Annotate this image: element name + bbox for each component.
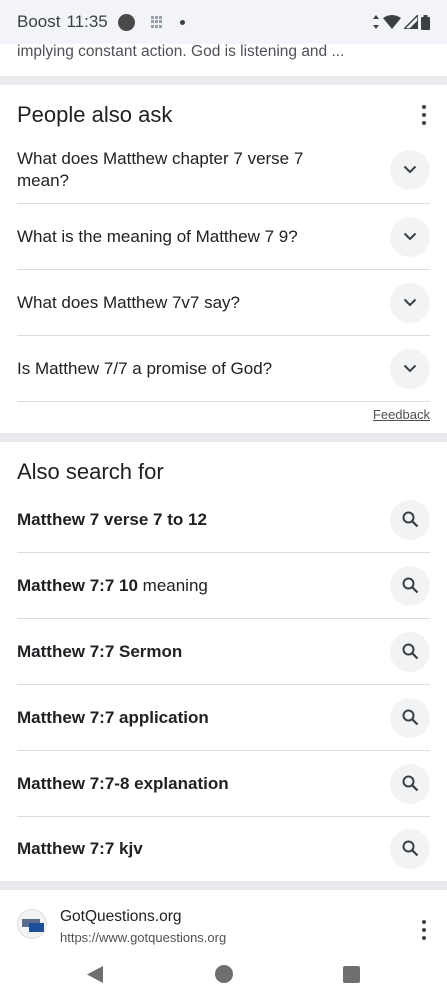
expand-button[interactable] <box>390 348 430 389</box>
feedback-link[interactable]: Feedback <box>373 407 430 422</box>
chevron-down-icon <box>403 364 417 373</box>
clock: 11:35 <box>66 12 108 31</box>
paa-question-text: What is the meaning of Matthew 7 9? <box>17 226 298 246</box>
more-notifications-icon <box>179 19 185 25</box>
back-icon[interactable] <box>86 965 104 984</box>
search-button[interactable] <box>390 828 430 869</box>
related-search-item[interactable]: Matthew 7:7 kjv <box>17 817 430 880</box>
related-search-item[interactable]: Matthew 7:7 10 meaning <box>17 553 430 619</box>
related-search-text: Matthew 7 verse 7 to 12 <box>17 509 207 529</box>
related-search-text: Matthew 7:7 application <box>17 707 209 727</box>
search-icon <box>402 709 418 726</box>
section-divider <box>0 881 447 890</box>
home-icon[interactable] <box>215 965 233 983</box>
paa-question-text: What does Matthew chapter 7 verse 7 mean… <box>17 148 304 190</box>
related-search-item[interactable]: Matthew 7:7 Sermon <box>17 619 430 685</box>
related-search-item[interactable]: Matthew 7 verse 7 to 12 <box>17 487 430 553</box>
recent-apps-icon[interactable] <box>343 966 360 983</box>
chevron-down-icon <box>403 232 417 241</box>
expand-button[interactable] <box>390 149 430 190</box>
search-icon <box>402 577 418 594</box>
chevron-down-icon <box>403 298 417 307</box>
chevron-down-icon <box>403 165 417 174</box>
app-grid-icon <box>150 16 163 28</box>
search-icon <box>402 775 418 792</box>
related-search-item[interactable]: Matthew 7:7 application <box>17 685 430 751</box>
related-search-text: Matthew 7:7-8 explanation <box>17 773 229 793</box>
more-vert-icon[interactable] <box>421 105 427 125</box>
paa-question[interactable]: What does Matthew 7v7 say? <box>17 270 430 336</box>
paa-question-text: Is Matthew 7/7 a promise of God? <box>17 358 273 378</box>
site-favicon-icon <box>17 909 47 939</box>
related-search-text: Matthew 7:7 Sermon <box>17 641 183 661</box>
battery-icon <box>421 14 430 30</box>
also-search-for-title: Also search for <box>17 459 164 484</box>
signal-icon <box>404 15 418 29</box>
related-search-item[interactable]: Matthew 7:7-8 explanation <box>17 751 430 817</box>
result-url: https://www.gotquestions.org <box>60 930 227 945</box>
search-button[interactable] <box>390 763 430 804</box>
notification-icon <box>117 13 135 31</box>
paa-question-text: What does Matthew 7v7 say? <box>17 292 241 312</box>
search-icon <box>402 511 418 528</box>
search-button[interactable] <box>390 565 430 606</box>
system-nav-bar <box>0 950 447 1000</box>
data-arrows-icon <box>373 15 379 29</box>
search-button[interactable] <box>390 697 430 738</box>
people-also-ask-title: People also ask <box>17 102 173 127</box>
snippet-text: implying constant action. God is listeni… <box>17 43 345 60</box>
result-site-name[interactable]: GotQuestions.org <box>60 908 181 926</box>
status-bar: Boost 11:35 <box>0 0 447 44</box>
section-divider <box>0 76 447 85</box>
expand-button[interactable] <box>390 282 430 323</box>
wifi-icon <box>383 15 401 29</box>
search-icon <box>402 643 418 660</box>
expand-button[interactable] <box>390 216 430 257</box>
related-search-text: Matthew 7:7 kjv <box>17 838 143 858</box>
related-search-text: Matthew 7:7 10 meaning <box>17 575 208 595</box>
more-vert-icon[interactable] <box>421 920 427 940</box>
paa-question[interactable]: Is Matthew 7/7 a promise of God? <box>17 336 430 402</box>
paa-question[interactable]: What is the meaning of Matthew 7 9? <box>17 204 430 270</box>
search-button[interactable] <box>390 631 430 672</box>
search-button[interactable] <box>390 499 430 540</box>
search-icon <box>402 840 418 857</box>
paa-question[interactable]: What does Matthew chapter 7 verse 7 mean… <box>17 136 430 204</box>
carrier-label: Boost <box>17 12 61 31</box>
section-divider <box>0 433 447 442</box>
